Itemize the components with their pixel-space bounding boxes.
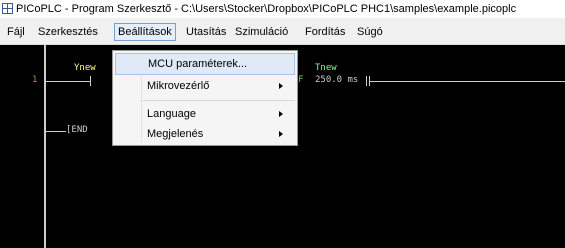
contact-label: Ynew [74,63,96,73]
menu-settings[interactable]: Beállítások [114,23,176,41]
menu-edit[interactable]: Szerkesztés [35,23,101,41]
rung-wire-left [46,81,90,82]
menu-item-label: Mikrovezérlő [147,80,210,92]
window-title: PICoPLC - Program Szerkesztő - C:\Users\… [16,3,517,15]
menu-help[interactable]: Súgó [354,23,386,41]
settings-dropdown: MCU paraméterek... Mikrovezérlő Language… [112,50,298,146]
timer-label: Tnew [315,63,337,73]
menu-item-mcu-params[interactable]: MCU paraméterek... [115,53,295,75]
submenu-arrow-icon [279,111,283,117]
menu-item-appearance[interactable]: Megjelenés [115,123,295,145]
submenu-arrow-icon [279,83,283,89]
submenu-arrow-icon [279,131,283,137]
menu-compile[interactable]: Fordítás [302,23,348,41]
contact-bar-left[interactable] [90,76,91,86]
timer-bar-1 [366,76,367,86]
end-label: [END [66,125,88,135]
menu-simulation[interactable]: Szimuláció [232,23,291,41]
timer-prefix: F [298,75,304,85]
menu-item-label: Megjelenés [147,128,204,140]
end-rung-wire [46,131,66,132]
menu-item-label: MCU paraméterek... [148,58,248,70]
menu-item-label: Language [147,108,196,120]
timer-value[interactable]: 250.0 ms [315,75,358,85]
menu-instruction[interactable]: Utasítás [183,23,229,41]
left-power-rail [44,45,46,248]
menu-separator [143,100,295,101]
rung-number: 1 [32,75,38,85]
ladder-app-icon [2,3,13,14]
rung-wire-right [370,81,565,82]
title-bar: PICoPLC - Program Szerkesztő - C:\Users\… [0,0,565,18]
menu-item-language[interactable]: Language [115,103,295,125]
menu-item-microcontroller[interactable]: Mikrovezérlő [115,75,295,97]
menu-file[interactable]: Fájl [4,23,28,41]
menu-bar: Fájl Szerkesztés Beállítások Utasítás Sz… [0,18,565,45]
